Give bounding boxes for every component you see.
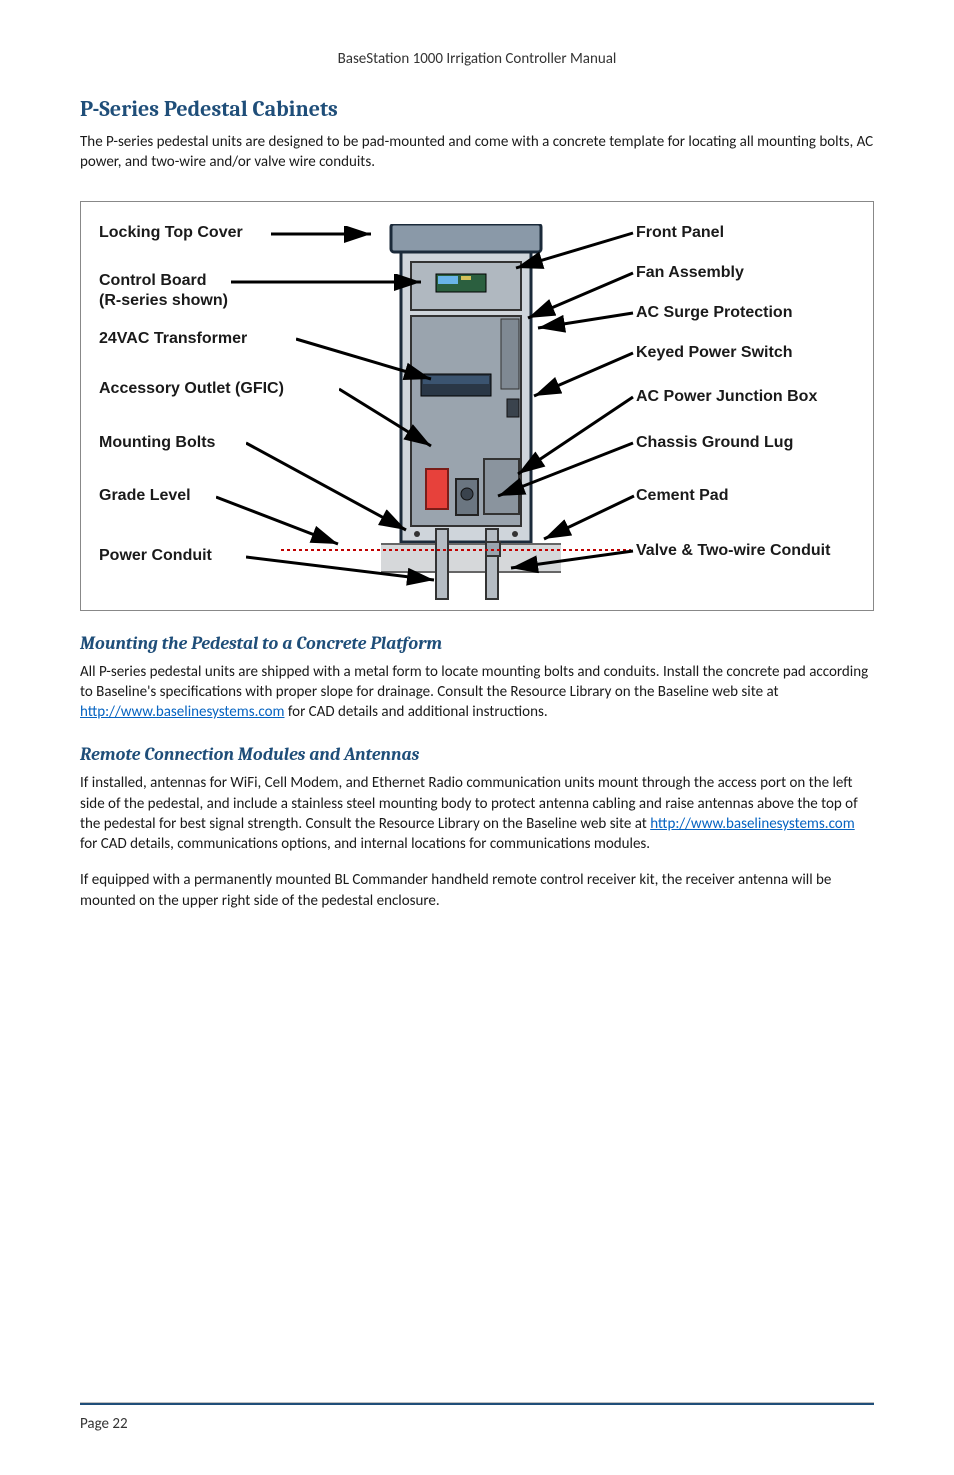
label-transformer: 24VAC Transformer	[99, 330, 247, 348]
arrow-transformer	[296, 334, 441, 389]
label-front-panel: Front Panel	[636, 224, 724, 242]
arrow-power-conduit	[246, 552, 441, 587]
sub2-paragraph-1: If installed, antennas for WiFi, Cell Mo…	[80, 773, 874, 854]
label-cement: Cement Pad	[636, 487, 728, 505]
label-outlet: Accessory Outlet (GFIC)	[99, 380, 284, 398]
sub1-text-b: for CAD details and additional instructi…	[285, 703, 548, 721]
label-power-conduit: Power Conduit	[99, 547, 212, 565]
arrow-cement	[539, 491, 642, 546]
label-locking-top: Locking Top Cover	[99, 224, 243, 242]
sub1-link[interactable]: http://www.baselinesystems.com	[80, 703, 285, 721]
label-keyed: Keyed Power Switch	[636, 344, 793, 362]
label-junction: AC Power Junction Box	[636, 388, 817, 406]
sub2-paragraph-2: If equipped with a permanently mounted B…	[80, 870, 874, 911]
label-grade: Grade Level	[99, 487, 191, 505]
arrow-locking-top	[271, 226, 381, 246]
label-valve-conduit: Valve & Two-wire Conduit	[636, 542, 830, 560]
sub2-link[interactable]: http://www.baselinesystems.com	[650, 815, 855, 833]
section-heading: P-Series Pedestal Cabinets	[80, 96, 874, 122]
sub1-heading: Mounting the Pedestal to a Concrete Plat…	[80, 633, 874, 654]
arrow-surge	[533, 308, 641, 338]
label-ground: Chassis Ground Lug	[636, 434, 793, 452]
footer-rule	[80, 1402, 874, 1405]
document-header: BaseStation 1000 Irrigation Controller M…	[80, 50, 874, 68]
arrow-grade	[216, 492, 346, 552]
label-control-board-2: (R-series shown)	[99, 292, 228, 310]
label-control-board-1: Control Board	[99, 272, 207, 290]
intro-paragraph: The P-series pedestal units are designed…	[80, 132, 874, 173]
page-number: Page 22	[80, 1415, 128, 1433]
sub2-text-b: for CAD details, communications options,…	[80, 835, 650, 853]
label-fan: Fan Assembly	[636, 264, 744, 282]
arrow-control-board	[231, 274, 431, 294]
label-surge: AC Surge Protection	[636, 304, 792, 322]
sub1-paragraph: All P-series pedestal units are shipped …	[80, 662, 874, 723]
sub2-heading: Remote Connection Modules and Antennas	[80, 744, 874, 765]
arrow-valve-conduit	[506, 546, 641, 576]
label-bolts: Mounting Bolts	[99, 434, 215, 452]
sub1-text-a: All P-series pedestal units are shipped …	[80, 663, 868, 701]
pedestal-diagram: Locking Top Cover Control Board (R-serie…	[80, 201, 874, 611]
